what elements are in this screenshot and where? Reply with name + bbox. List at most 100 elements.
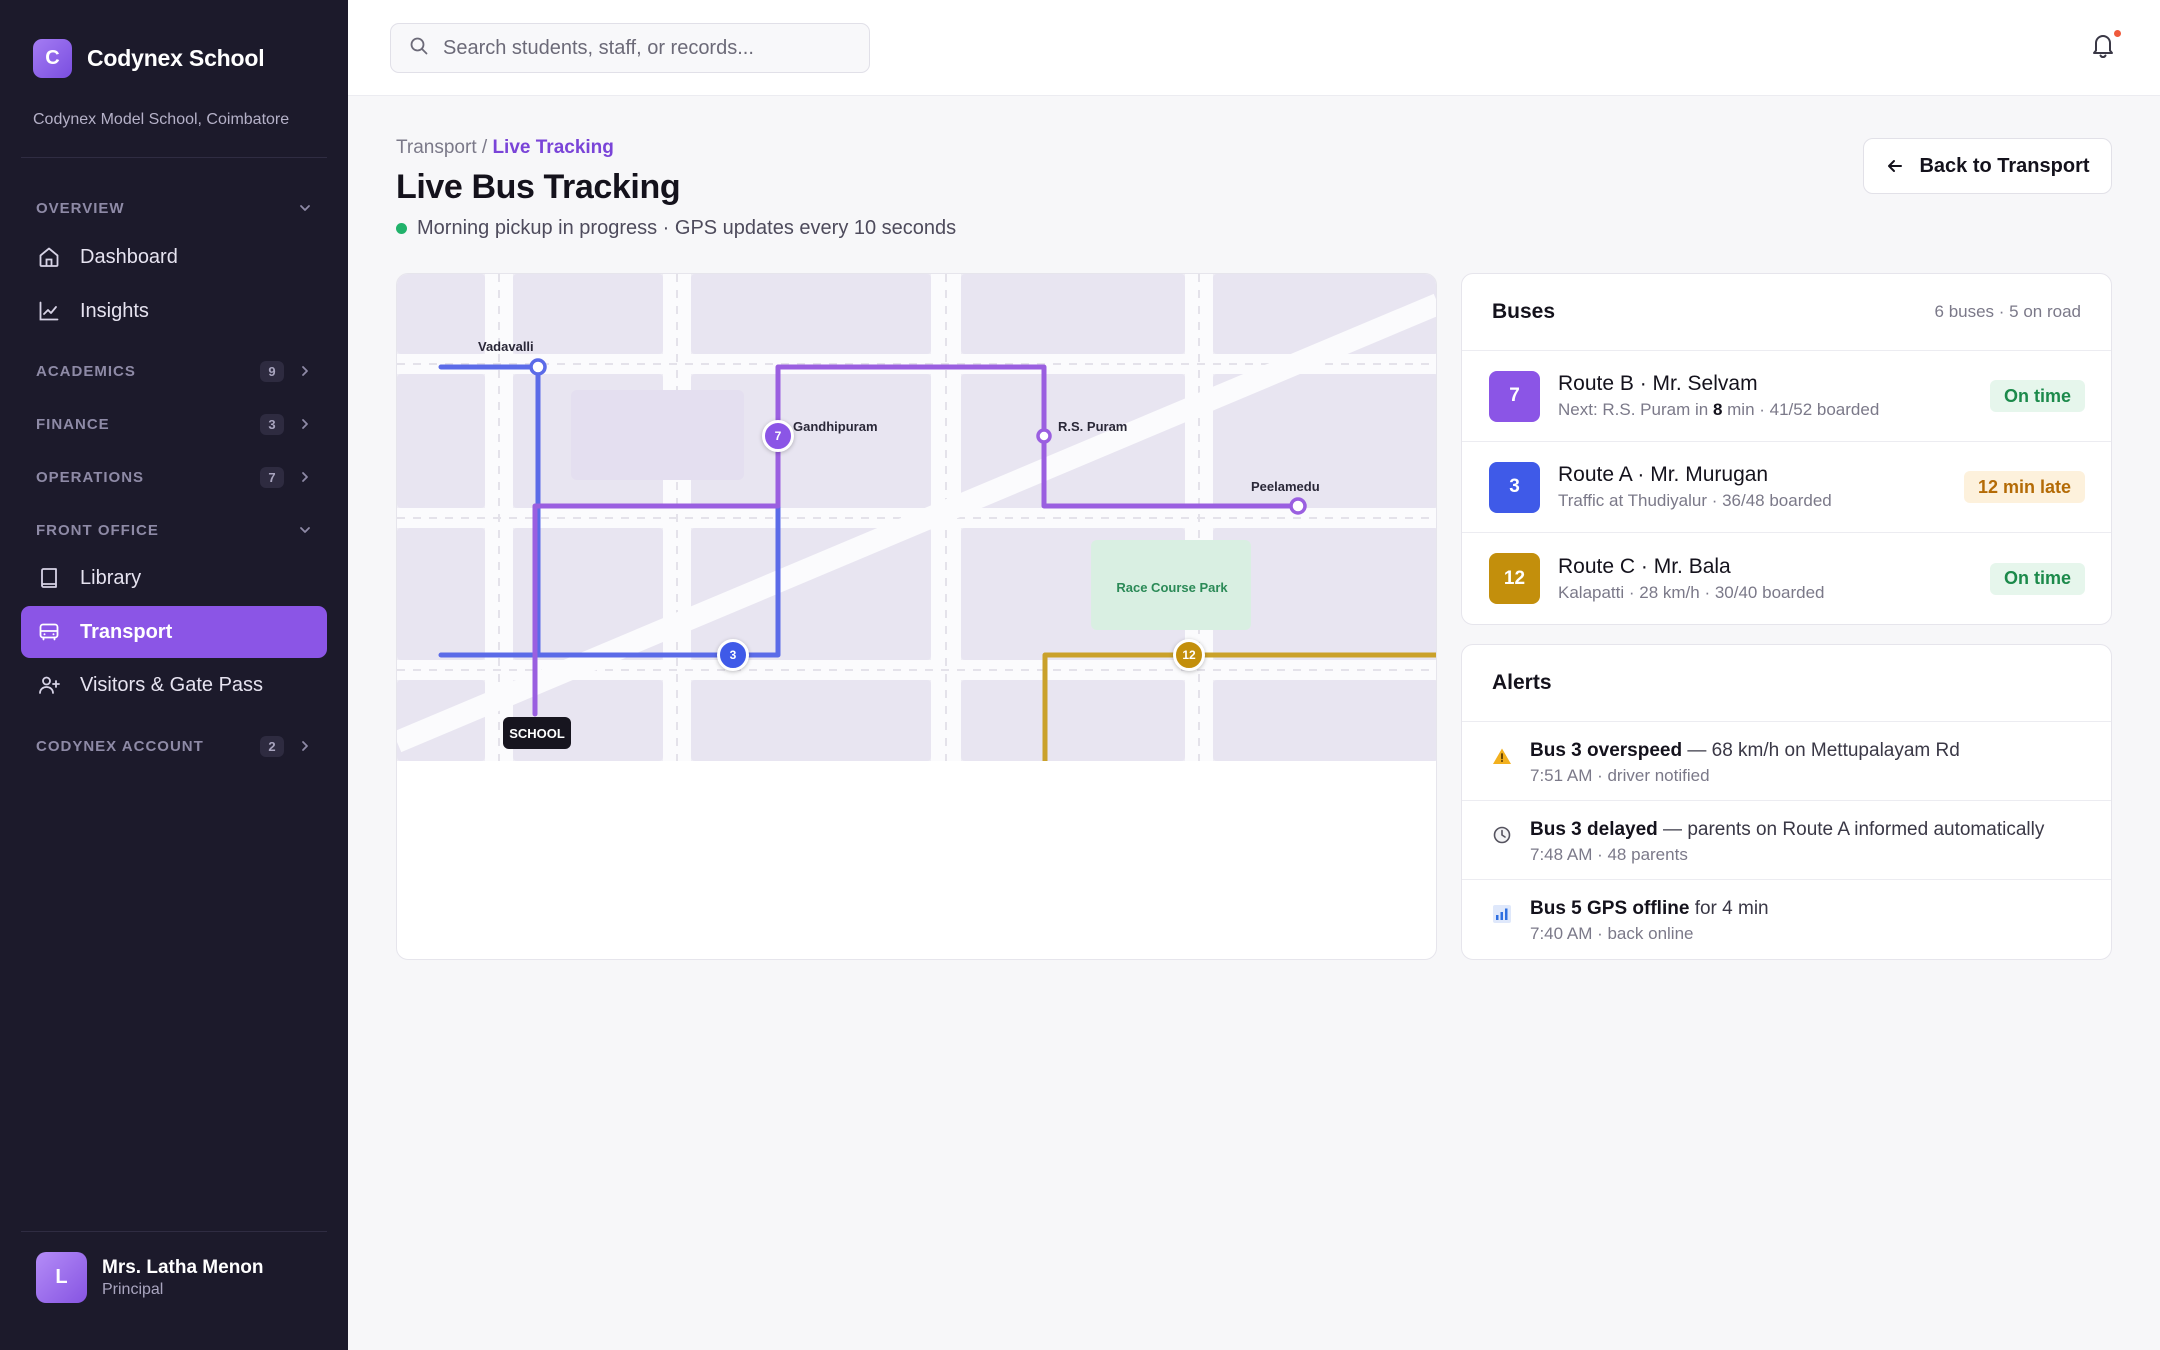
bus-row[interactable]: 3 Route A · Mr. Murugan Traffic at Thudi… xyxy=(1462,442,2111,533)
bus-marker-3[interactable]: 3 xyxy=(717,639,749,671)
sidebar-item-dashboard[interactable]: Dashboard xyxy=(21,231,327,283)
breadcrumb: Transport / Live Tracking xyxy=(396,137,614,159)
book-icon xyxy=(36,565,62,591)
section-label: FINANCE xyxy=(36,415,110,433)
section-finance[interactable]: FINANCE 3 xyxy=(36,412,312,436)
section-label: ACADEMICS xyxy=(36,362,136,380)
sidebar-item-label: Transport xyxy=(80,620,173,643)
sidebar-item-label: Visitors & Gate Pass xyxy=(80,673,264,696)
bus-number-badge: 12 xyxy=(1489,553,1540,604)
clock-icon xyxy=(1492,825,1512,845)
signal-icon xyxy=(1492,904,1512,924)
sidebar-item-label: Dashboard xyxy=(80,245,178,268)
section-label: OPERATIONS xyxy=(36,468,145,486)
bus-marker-12[interactable]: 12 xyxy=(1173,639,1205,671)
alert-item[interactable]: Bus 5 GPS offline for 4 min 7:40 AM · ba… xyxy=(1462,880,2111,959)
section-label: OVERVIEW xyxy=(36,199,125,217)
bus-number-badge: 7 xyxy=(1489,370,1540,422)
alert-time: 7:48 AM · 48 parents xyxy=(1530,845,1688,864)
alert-item[interactable]: Bus 3 overspeed — 68 km/h on Mettupalaya… xyxy=(1462,722,2111,801)
section-operations[interactable]: OPERATIONS 7 xyxy=(36,465,312,489)
bus-detail: Next: R.S. Puram in 8 min · 41/52 boarde… xyxy=(1558,400,1880,419)
bus-icon xyxy=(36,619,62,645)
user-role: Principal xyxy=(102,1280,164,1298)
chart-line-icon xyxy=(36,298,62,324)
user-profile[interactable]: L Mrs. Latha Menon Principal xyxy=(36,1252,264,1303)
sidebar-divider xyxy=(21,1231,327,1232)
alert-time: 7:40 AM · back online xyxy=(1530,924,1694,943)
search-icon xyxy=(409,36,429,61)
user-plus-icon xyxy=(36,672,62,698)
bell-icon xyxy=(2088,35,2118,64)
school-marker[interactable]: SCHOOL xyxy=(503,717,571,749)
bus-number-badge: 3 xyxy=(1489,461,1540,513)
warning-icon xyxy=(1492,746,1512,766)
place-label-vadavalli: Vadavalli xyxy=(478,339,534,354)
section-front-office[interactable]: FRONT OFFICE xyxy=(36,518,312,542)
breadcrumb-transport[interactable]: Transport xyxy=(396,137,477,158)
building-lot xyxy=(571,390,744,480)
section-codynex-account[interactable]: CODYNEX ACCOUNT 2 xyxy=(36,734,312,758)
buses-panel: Buses 6 buses · 5 on road 7 Route B · Mr… xyxy=(1461,273,2112,625)
count-badge: 9 xyxy=(260,360,284,382)
place-label-park: Race Course Park xyxy=(1116,580,1228,595)
stop-rs-puram xyxy=(1036,428,1052,444)
chevron-down-icon xyxy=(298,523,312,537)
buses-count: 6 buses · 5 on road xyxy=(1934,302,2081,321)
sidebar-item-library[interactable]: Library xyxy=(21,552,327,604)
section-label: CODYNEX ACCOUNT xyxy=(36,737,204,755)
sidebar-divider xyxy=(21,157,327,158)
arrow-left-icon xyxy=(1888,160,1903,172)
sidebar-item-transport[interactable]: Transport xyxy=(21,606,327,658)
bus-marker-7[interactable]: 7 xyxy=(762,420,794,452)
notification-button[interactable] xyxy=(2088,29,2122,64)
status-badge: 12 min late xyxy=(1963,471,2085,503)
stop-vadavalli xyxy=(529,358,547,376)
back-button-label: Back to Transport xyxy=(1919,154,2090,177)
alert-text: Bus 3 delayed — parents on Route A infor… xyxy=(1530,819,2045,840)
alerts-panel: Alerts Bus 3 overspeed — 68 km/h on Mett… xyxy=(1461,644,2112,960)
sidebar-item-label: Library xyxy=(80,566,142,589)
page-title: Live Bus Tracking xyxy=(396,168,681,206)
section-overview[interactable]: OVERVIEW xyxy=(36,196,312,220)
brand-name: Codynex School xyxy=(87,45,265,71)
panel-title: Alerts xyxy=(1492,671,1552,694)
section-label: FRONT OFFICE xyxy=(36,521,159,539)
live-map[interactable]: Vadavalli Gandhipuram R.S. Puram Peelame… xyxy=(396,273,1437,960)
place-label-gandhipuram: Gandhipuram xyxy=(793,419,878,434)
search-input[interactable] xyxy=(443,36,863,60)
alert-text: Bus 5 GPS offline for 4 min xyxy=(1530,898,1769,919)
home-icon xyxy=(36,244,62,270)
count-badge: 3 xyxy=(260,413,284,435)
bus-route-name: Route B · Mr. Selvam xyxy=(1558,372,1758,395)
section-academics[interactable]: ACADEMICS 9 xyxy=(36,359,312,383)
alert-item[interactable]: Bus 3 delayed — parents on Route A infor… xyxy=(1462,801,2111,880)
chevron-right-icon xyxy=(298,364,312,378)
topbar xyxy=(348,0,2160,96)
brand[interactable]: C Codynex School xyxy=(33,39,265,78)
brand-logo: C xyxy=(33,39,72,78)
chevron-down-icon xyxy=(298,201,312,215)
school-name: Codynex Model School, Coimbatore xyxy=(33,111,290,128)
bus-route-name: Route C · Mr. Bala xyxy=(1558,554,1731,578)
count-badge: 7 xyxy=(260,466,284,488)
stop-peelamedu xyxy=(1289,497,1307,515)
back-to-transport-button[interactable]: Back to Transport xyxy=(1863,138,2112,194)
bus-route-name: Route A · Mr. Murugan xyxy=(1558,463,1769,486)
sidebar-item-insights[interactable]: Insights xyxy=(21,285,327,337)
status-badge: On time xyxy=(1989,562,2085,595)
bus-row[interactable]: 7 Route B · Mr. Selvam Next: R.S. Puram … xyxy=(1462,351,2111,442)
status-line: Morning pickup in progress · GPS updates… xyxy=(396,217,956,240)
chevron-right-icon xyxy=(298,470,312,484)
sidebar: C Codynex School Codynex Model School, C… xyxy=(0,0,348,1350)
bus-row[interactable]: 12 Route C · Mr. Bala Kalapatti · 28 km/… xyxy=(1462,533,2111,624)
panel-title: Buses xyxy=(1492,300,1556,323)
chevron-right-icon xyxy=(298,739,312,753)
place-label-rs-puram: R.S. Puram xyxy=(1058,419,1128,434)
place-label-peelamedu: Peelamedu xyxy=(1251,479,1320,494)
sidebar-item-visitors[interactable]: Visitors & Gate Pass xyxy=(21,659,327,711)
breadcrumb-separator: / xyxy=(476,137,493,158)
notification-dot xyxy=(2113,29,2122,38)
search-box[interactable] xyxy=(390,23,870,73)
count-badge: 2 xyxy=(260,735,284,757)
